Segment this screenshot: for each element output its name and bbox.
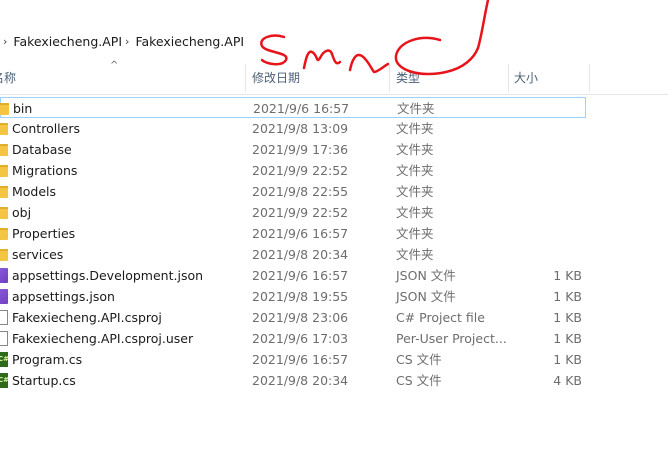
column-header-name[interactable]: 名称 (0, 62, 16, 94)
file-date: 2021/9/6 16:57 (252, 226, 349, 241)
file-row[interactable]: Database 2021/9/9 17:36 文件夹 (0, 139, 590, 160)
file-row[interactable]: appsettings.json 2021/9/8 19:55 JSON 文件 1 K… (0, 286, 590, 307)
file-type: 文件夹 (396, 163, 434, 178)
column-header-date[interactable]: 修改日期 (252, 62, 300, 94)
folder-icon (0, 228, 8, 240)
column-header-size[interactable]: 大小 (514, 62, 538, 94)
file-name: Program.cs (12, 352, 83, 367)
file-name: bin (13, 101, 33, 116)
file-date: 2021/9/8 22:55 (252, 184, 349, 199)
file-type: CS 文件 (396, 373, 442, 388)
file-type: CS 文件 (396, 352, 442, 367)
file-size (520, 118, 582, 139)
file-name: Database (12, 142, 72, 157)
file-date: 2021/9/8 20:34 (252, 373, 349, 388)
breadcrumb: › Fakexiecheng.API › Fakexiecheng.API (0, 28, 668, 54)
cs-icon: C# (0, 352, 9, 367)
file-name: appsettings.json (12, 289, 115, 304)
file-size (521, 98, 583, 119)
file-size: 1 KB (553, 289, 582, 304)
file-type: 文件夹 (396, 184, 434, 199)
file-size (520, 223, 582, 244)
doc-icon (0, 331, 8, 346)
file-size (520, 160, 582, 181)
file-date: 2021/9/8 19:55 (252, 289, 349, 304)
file-name: services (12, 247, 64, 262)
file-type: Per-User Project... (396, 331, 507, 346)
file-date: 2021/9/9 22:52 (252, 163, 349, 178)
file-date: 2021/9/9 22:52 (252, 205, 349, 220)
column-divider[interactable] (508, 64, 509, 92)
file-size (520, 244, 582, 265)
file-size: 4 KB (553, 373, 582, 388)
file-name: Migrations (12, 163, 78, 178)
folder-icon (0, 144, 8, 156)
file-name: appsettings.Development.json (12, 268, 204, 283)
file-size: 1 KB (553, 310, 582, 325)
file-type: 文件夹 (396, 142, 434, 157)
file-row[interactable]: C# Startup.cs 2021/9/8 20:34 CS 文件 4 KB (0, 370, 590, 391)
column-header-row: 名称 修改日期 类型 大小 (0, 62, 668, 95)
column-header-type[interactable]: 类型 (396, 62, 420, 94)
file-name: Fakexiecheng.API.csproj (12, 310, 162, 325)
folder-icon (0, 249, 8, 261)
file-name: Models (12, 184, 57, 199)
file-date: 2021/9/6 17:03 (252, 331, 349, 346)
column-divider[interactable] (245, 64, 246, 92)
file-row[interactable]: Properties 2021/9/6 16:57 文件夹 (0, 223, 590, 244)
file-type: 文件夹 (397, 101, 435, 116)
vs-icon (0, 289, 8, 304)
file-date: 2021/9/8 20:34 (252, 247, 349, 262)
file-row[interactable]: Models 2021/9/8 22:55 文件夹 (0, 181, 590, 202)
file-size (520, 139, 582, 160)
file-type: JSON 文件 (396, 268, 456, 283)
file-size: 1 KB (553, 352, 582, 367)
folder-icon (0, 123, 8, 135)
file-size: 1 KB (553, 268, 582, 283)
file-size (520, 181, 582, 202)
folder-icon (0, 207, 8, 219)
folder-icon (0, 165, 8, 177)
file-size: 1 KB (553, 331, 582, 346)
file-name: Fakexiecheng.API.csproj.user (12, 331, 194, 346)
file-type: 文件夹 (396, 205, 434, 220)
file-date: 2021/9/8 23:06 (252, 310, 349, 325)
file-name: Controllers (12, 121, 80, 136)
file-row[interactable]: Fakexiecheng.API.csproj 2021/9/8 23:06 C# … (0, 307, 590, 328)
column-divider[interactable] (389, 64, 390, 92)
breadcrumb-item-current[interactable]: Fakexiecheng.API (135, 34, 244, 49)
file-row[interactable]: Controllers 2021/9/8 13:09 文件夹 (0, 118, 590, 139)
file-date: 2021/9/6 16:57 (252, 268, 349, 283)
file-name: Properties (12, 226, 76, 241)
file-row[interactable]: C# Program.cs 2021/9/6 16:57 CS 文件 1 KB (0, 349, 590, 370)
breadcrumb-separator: › (3, 34, 8, 48)
file-date: 2021/9/8 13:09 (252, 121, 349, 136)
file-size (520, 202, 582, 223)
file-row[interactable]: Migrations 2021/9/9 22:52 文件夹 (0, 160, 590, 181)
file-type: C# Project file (396, 310, 485, 325)
breadcrumb-item-parent[interactable]: Fakexiecheng.API (13, 34, 122, 49)
breadcrumb-separator: › (125, 34, 130, 48)
file-type: 文件夹 (396, 226, 434, 241)
doc-icon (0, 310, 8, 325)
vs-icon (0, 268, 8, 283)
file-type: 文件夹 (396, 121, 434, 136)
file-name: obj (12, 205, 32, 220)
folder-icon (0, 103, 9, 115)
file-row[interactable]: Fakexiecheng.API.csproj.user 2021/9/6 17:… (0, 328, 590, 349)
file-type: 文件夹 (396, 247, 434, 262)
file-date: 2021/9/6 16:57 (253, 101, 350, 116)
file-type: JSON 文件 (396, 289, 456, 304)
file-row[interactable]: services 2021/9/8 20:34 文件夹 (0, 244, 590, 265)
cs-icon: C# (0, 373, 9, 388)
file-date: 2021/9/6 16:57 (252, 352, 349, 367)
file-name: Startup.cs (12, 373, 76, 388)
folder-icon (0, 186, 8, 198)
file-date: 2021/9/9 17:36 (252, 142, 349, 157)
file-row[interactable]: obj 2021/9/9 22:52 文件夹 (0, 202, 590, 223)
file-row[interactable]: appsettings.Development.json 2021/9/6 16:… (0, 265, 590, 286)
column-divider[interactable] (589, 64, 590, 92)
file-row[interactable]: bin 2021/9/6 16:57 文件夹 (0, 97, 586, 118)
